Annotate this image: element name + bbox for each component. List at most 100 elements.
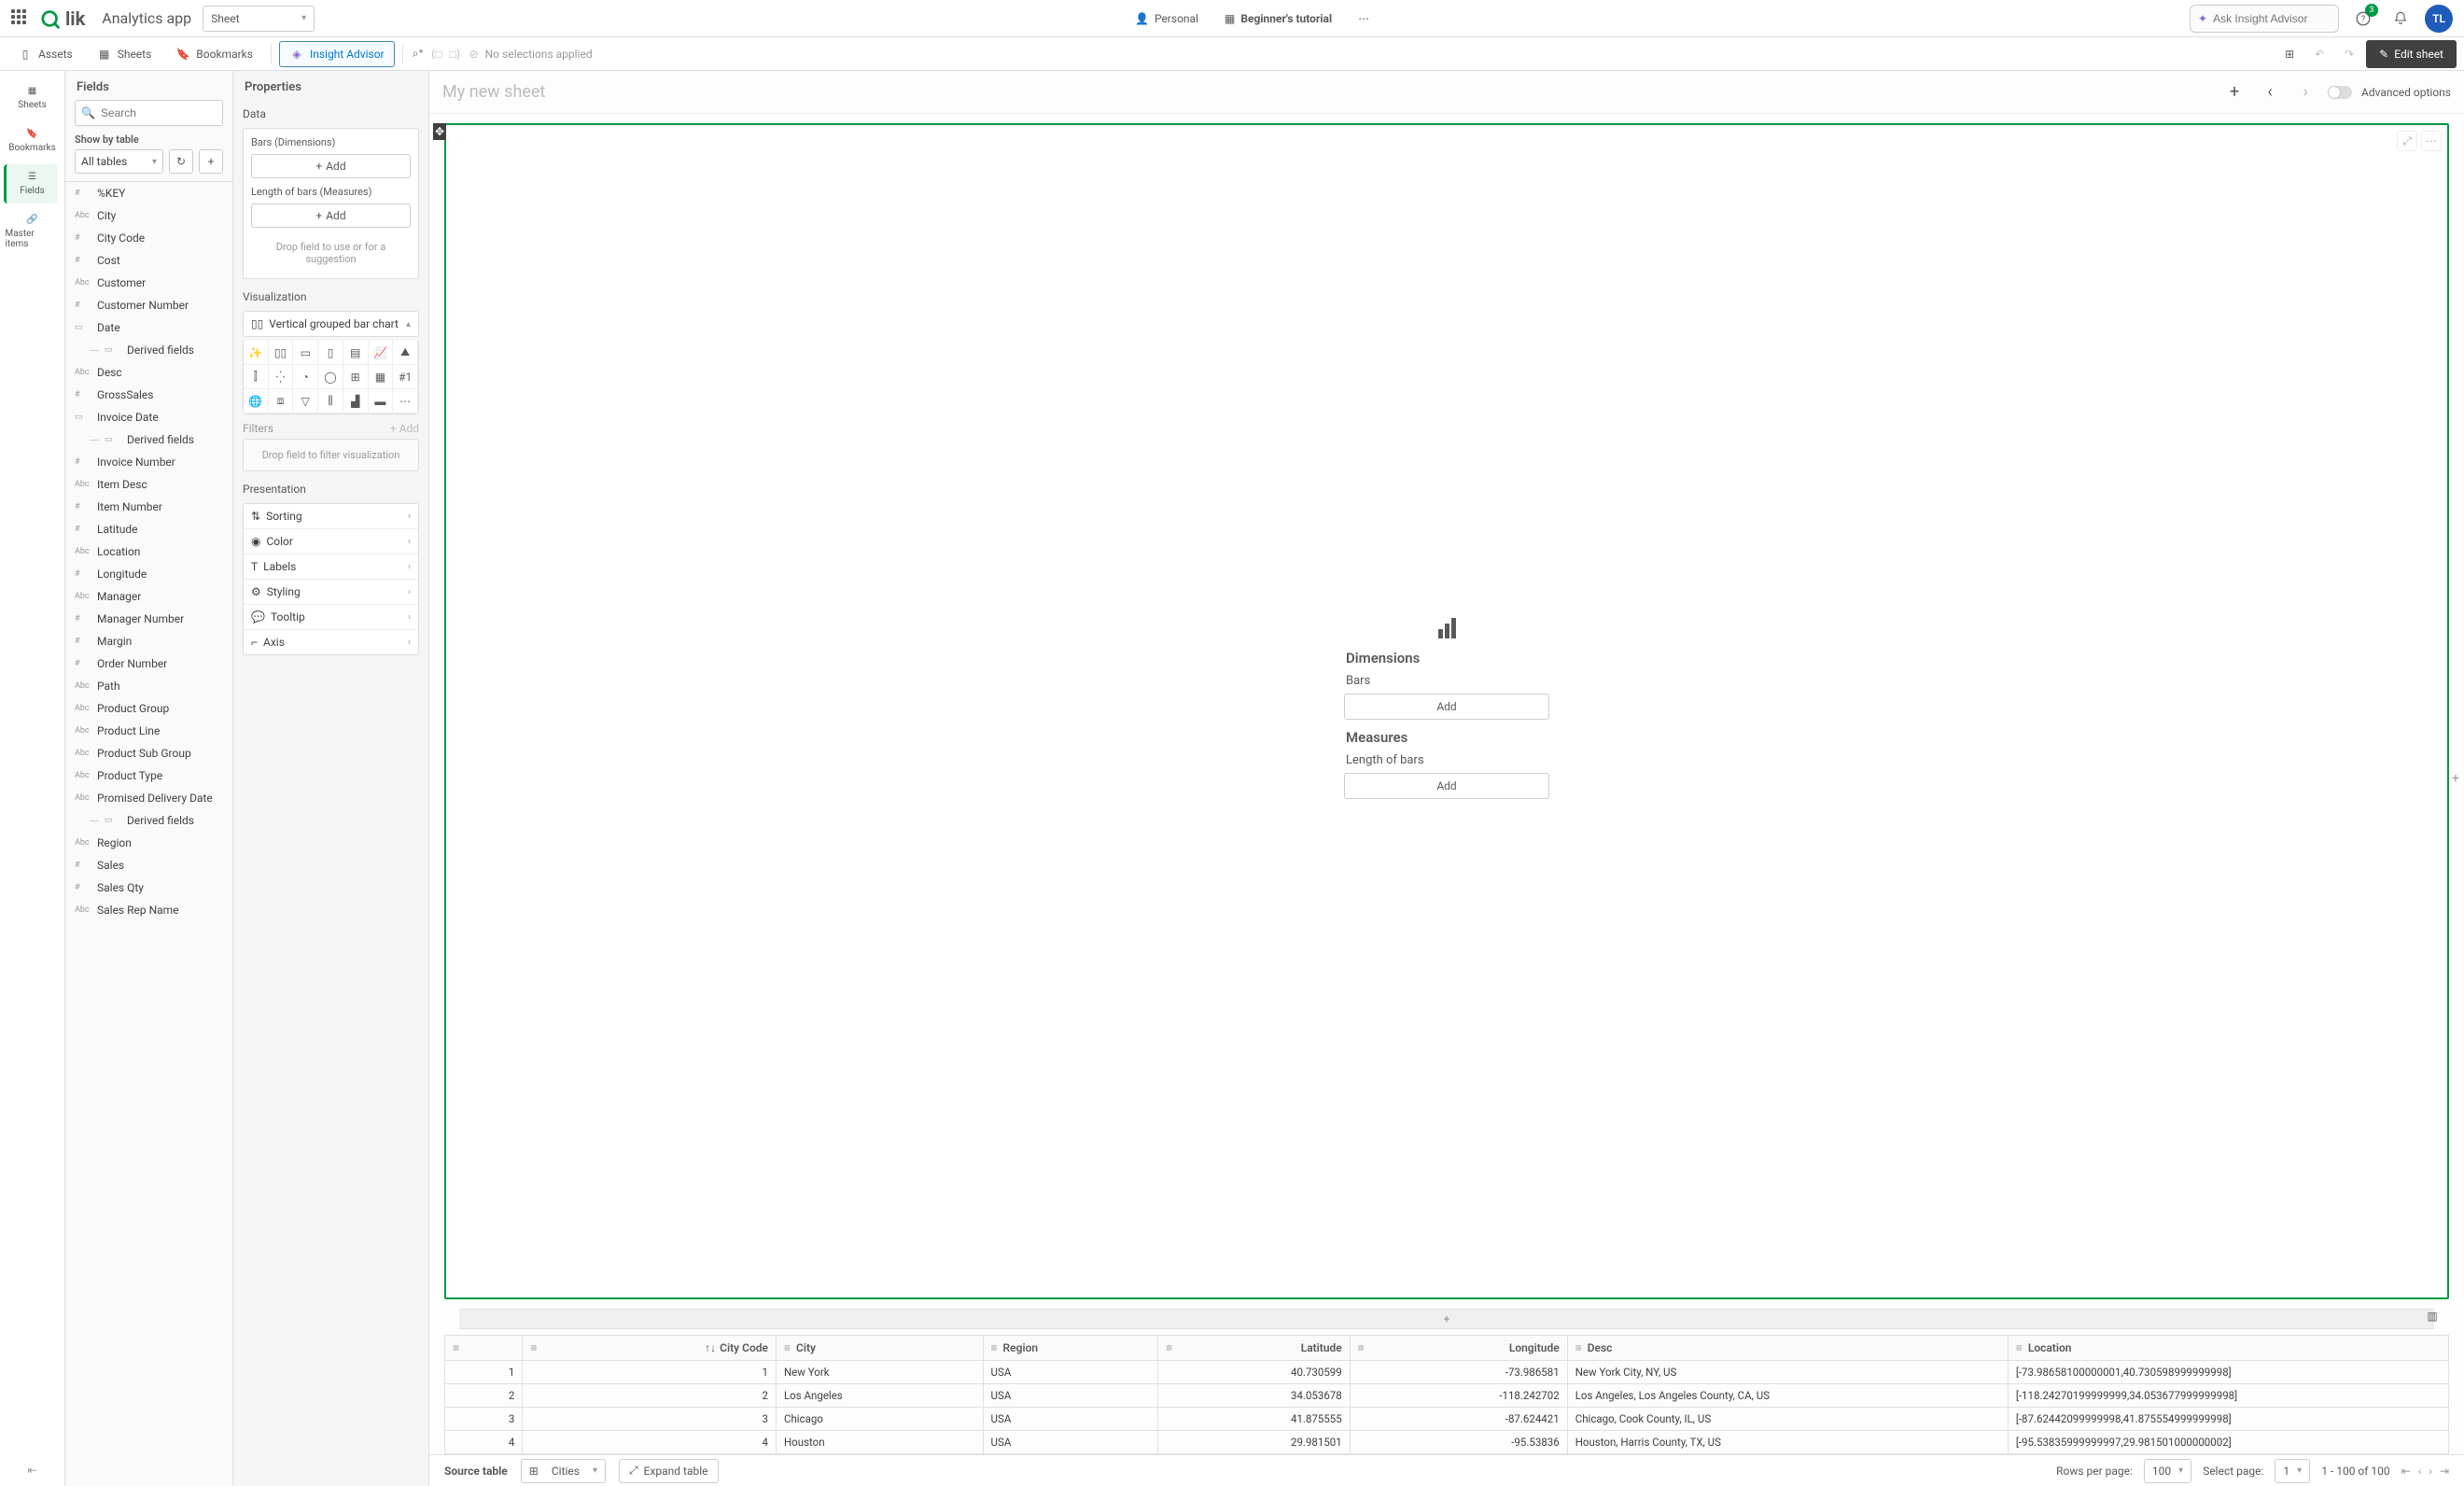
- field-item[interactable]: #Invoice Number: [65, 451, 231, 473]
- field-item[interactable]: AbcRegion: [65, 832, 231, 854]
- field-item[interactable]: #Manager Number: [65, 608, 231, 630]
- add-field-button[interactable]: +: [199, 149, 223, 174]
- viz-bar-icon[interactable]: ▯▯: [269, 341, 294, 365]
- viz-more-icon[interactable]: ⋯: [393, 389, 418, 414]
- column-menu-icon[interactable]: ≡: [991, 1341, 998, 1354]
- redo-icon[interactable]: ↷: [2336, 41, 2362, 67]
- fields-search[interactable]: 🔍: [75, 100, 223, 126]
- add-row-button[interactable]: +: [459, 1309, 2434, 1329]
- field-item[interactable]: AbcCustomer: [65, 272, 231, 294]
- insight-advisor-button[interactable]: ◈Insight Advisor: [279, 41, 395, 67]
- field-item[interactable]: #Customer Number: [65, 294, 231, 316]
- column-menu-icon[interactable]: ≡: [784, 1341, 791, 1354]
- viz-map-icon[interactable]: 🌐: [244, 389, 269, 414]
- app-launcher-icon[interactable]: [11, 9, 30, 28]
- viz-kpi-icon[interactable]: #1: [393, 365, 418, 389]
- column-menu-icon[interactable]: ≡: [1166, 1341, 1172, 1354]
- expand-table-button[interactable]: ⤢Expand table: [619, 1459, 719, 1483]
- rows-per-page-selector[interactable]: 100▾: [2144, 1459, 2191, 1483]
- tables-selector[interactable]: All tables▾: [75, 149, 163, 174]
- drag-handle-icon[interactable]: ✥: [433, 123, 446, 140]
- field-item[interactable]: #Latitude: [65, 518, 231, 540]
- add-dimension-button[interactable]: +Add: [251, 154, 411, 178]
- rail-master[interactable]: 🔗Master items: [6, 207, 60, 257]
- insight-search-input[interactable]: [2213, 12, 2358, 25]
- presentation-styling[interactable]: ⚙Styling›: [244, 580, 418, 605]
- qlik-logo[interactable]: lik: [41, 7, 85, 30]
- tutorial-button[interactable]: ▦ Beginner's tutorial: [1217, 6, 1339, 32]
- field-item[interactable]: AbcPath: [65, 675, 231, 697]
- field-item[interactable]: AbcProduct Sub Group: [65, 742, 231, 764]
- viz-auto-icon[interactable]: ✨: [244, 341, 269, 365]
- viz-type-selector[interactable]: ▯▯Vertical grouped bar chart ▴: [243, 311, 419, 337]
- field-item[interactable]: #Order Number: [65, 652, 231, 675]
- columns-icon[interactable]: ▥: [2419, 1303, 2445, 1329]
- field-derived[interactable]: ▭Derived fields: [65, 428, 231, 451]
- viz-table-icon[interactable]: ⊞: [343, 365, 369, 389]
- field-item[interactable]: AbcPromised Delivery Date: [65, 787, 231, 809]
- add-right-icon[interactable]: +: [2446, 771, 2464, 786]
- more-icon[interactable]: ⋯: [1351, 6, 1377, 32]
- viz-area-icon[interactable]: ⛰: [393, 341, 418, 365]
- filters-add-button[interactable]: + Add: [390, 422, 419, 435]
- first-page-icon[interactable]: ⇤: [2401, 1465, 2411, 1478]
- help-icon[interactable]: ? 3: [2350, 6, 2376, 32]
- column-header[interactable]: ≡Longitude: [1350, 1336, 1567, 1361]
- bell-icon[interactable]: [2387, 6, 2414, 32]
- add-meas-canvas-button[interactable]: Add: [1344, 773, 1549, 799]
- refresh-button[interactable]: ↻: [169, 149, 193, 174]
- viz-stacked-icon[interactable]: ▤: [343, 341, 369, 365]
- viz-waterfall-icon[interactable]: ▟: [343, 389, 369, 414]
- bookmarks-button[interactable]: 🔖Bookmarks: [165, 41, 263, 67]
- field-item[interactable]: #Margin: [65, 630, 231, 652]
- field-derived[interactable]: ▭Derived fields: [65, 339, 231, 361]
- collapse-rail-icon[interactable]: ⇤: [27, 1464, 36, 1477]
- viz-column-icon[interactable]: ▯: [318, 341, 343, 365]
- viz-funnel-icon[interactable]: ▽: [293, 389, 318, 414]
- field-item[interactable]: #City Code: [65, 227, 231, 249]
- field-item[interactable]: AbcItem Desc: [65, 473, 231, 496]
- field-item[interactable]: AbcProduct Type: [65, 764, 231, 787]
- field-item[interactable]: #Longitude: [65, 563, 231, 585]
- filter-drop-zone[interactable]: Drop field to filter visualization: [243, 439, 419, 471]
- presentation-sorting[interactable]: ⇅Sorting›: [244, 504, 418, 529]
- table-row[interactable]: 44HoustonUSA29.981501-95.53836Houston, H…: [445, 1431, 2449, 1454]
- viz-hbar-icon[interactable]: ▭: [293, 341, 318, 365]
- field-item[interactable]: AbcProduct Group: [65, 697, 231, 720]
- field-item[interactable]: ▭Invoice Date: [65, 406, 231, 428]
- smart-search-icon[interactable]: ⌕⁺: [411, 47, 426, 62]
- prev-sheet-icon[interactable]: ‹: [2257, 79, 2283, 105]
- field-item[interactable]: AbcManager: [65, 585, 231, 608]
- viz-line-icon[interactable]: 📈: [369, 341, 394, 365]
- presentation-axis[interactable]: ⌐Axis›: [244, 630, 418, 654]
- presentation-color[interactable]: ◉Color›: [244, 529, 418, 554]
- add-dim-canvas-button[interactable]: Add: [1344, 694, 1549, 720]
- field-item[interactable]: #GrossSales: [65, 384, 231, 406]
- prev-page-icon[interactable]: ‹: [2418, 1465, 2422, 1478]
- viz-donut-icon[interactable]: ◯: [318, 365, 343, 389]
- presentation-tooltip[interactable]: 💬Tooltip›: [244, 605, 418, 630]
- advanced-toggle[interactable]: [2328, 86, 2352, 99]
- field-item[interactable]: #Sales: [65, 854, 231, 876]
- viz-sankey-icon[interactable]: ⫼: [318, 389, 343, 414]
- avatar[interactable]: TL: [2425, 5, 2453, 33]
- field-item[interactable]: #Item Number: [65, 496, 231, 518]
- table-row[interactable]: 22Los AngelesUSA34.053678-118.242702Los …: [445, 1384, 2449, 1408]
- column-header[interactable]: ≡Location: [2008, 1336, 2448, 1361]
- expand-viz-icon[interactable]: ⤢: [2397, 131, 2417, 151]
- viz-frame[interactable]: ✥ ⤢ ⋯ Dimensions Bars Add Measures Lengt…: [444, 123, 2449, 1299]
- viz-menu-icon[interactable]: ⋯: [2421, 131, 2442, 151]
- insight-search[interactable]: ✦: [2190, 5, 2339, 33]
- viz-combo-icon[interactable]: ⫿: [244, 365, 269, 389]
- presentation-labels[interactable]: TLabels›: [244, 554, 418, 580]
- field-item[interactable]: AbcSales Rep Name: [65, 899, 231, 921]
- source-table-selector[interactable]: ⊞Cities▾: [521, 1459, 606, 1483]
- sheets-button[interactable]: ▦Sheets: [87, 41, 162, 67]
- viz-tree-icon[interactable]: ⧈: [269, 389, 294, 414]
- column-menu-icon[interactable]: ≡: [530, 1341, 537, 1354]
- column-menu-icon[interactable]: ≡: [453, 1341, 459, 1354]
- assets-button[interactable]: ▯Assets: [7, 41, 83, 67]
- field-item[interactable]: #%KEY: [65, 182, 231, 204]
- column-menu-icon[interactable]: ≡: [1358, 1341, 1365, 1354]
- column-menu-icon[interactable]: ≡: [2016, 1341, 2023, 1354]
